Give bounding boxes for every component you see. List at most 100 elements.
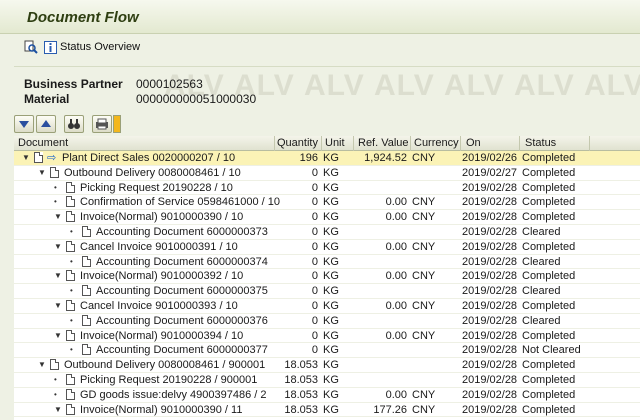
expand-all-button[interactable] xyxy=(14,115,34,133)
magnifier-document-icon xyxy=(24,40,38,54)
table-row[interactable]: ▼ ⇨ Plant Direct Sales 0020000207 / 10 196 K… xyxy=(14,151,640,166)
expand-toggle-icon[interactable]: ▼ xyxy=(54,240,62,254)
table-row[interactable]: • Confirmation of Service 0598461000 / 10… xyxy=(14,195,640,211)
document-cell[interactable]: Accounting Document 6000000377 xyxy=(96,343,268,357)
document-cell[interactable]: Picking Request 20190228 / 10 xyxy=(80,181,233,195)
currency-cell: CNY xyxy=(412,211,436,224)
document-cell[interactable]: Outbound Delivery 0080008461 / 10 xyxy=(64,166,241,180)
currency-cell: CNY xyxy=(412,152,436,164)
table-row[interactable]: ▼ Invoice(Normal) 9010000394 / 10 0 KG 0.00 C… xyxy=(14,329,640,344)
unit-cell: KG xyxy=(323,359,339,372)
document-cell[interactable]: Plant Direct Sales 0020000207 / 10 xyxy=(62,151,235,165)
document-cell[interactable]: Confirmation of Service 0598461000 / 10 xyxy=(80,195,280,209)
expand-toggle-icon[interactable]: ▼ xyxy=(54,210,62,224)
header-area: ALV ALV ALV ALV ALV ALV ALV Business Par… xyxy=(14,66,640,110)
table-row[interactable]: ▼ Outbound Delivery 0080008461 / 10 0 KG 201… xyxy=(14,166,640,181)
document-cell[interactable]: Invoice(Normal) 9010000390 / 11 xyxy=(80,403,242,417)
expand-toggle-icon[interactable]: ▼ xyxy=(54,329,62,343)
print-menu-dropdown[interactable] xyxy=(113,115,121,133)
column-on[interactable]: On xyxy=(466,137,481,149)
unit-cell: KG xyxy=(323,270,339,283)
expand-toggle-icon[interactable]: ▼ xyxy=(54,269,62,283)
document-cell[interactable]: Accounting Document 6000000373 xyxy=(96,225,268,239)
print-button[interactable] xyxy=(92,115,112,133)
expand-toggle-icon[interactable]: ▼ xyxy=(22,151,30,165)
display-document-button[interactable] xyxy=(24,38,38,56)
status-cell: Completed xyxy=(522,329,576,342)
tree-bullet-icon: • xyxy=(70,286,73,296)
date-cell: 2019/02/28 xyxy=(462,240,518,253)
status-cell: Cleared xyxy=(522,285,561,298)
expand-toggle-icon[interactable]: ▼ xyxy=(38,358,46,372)
document-cell[interactable]: Cancel Invoice 9010000391 / 10 xyxy=(80,240,238,254)
column-currency[interactable]: Currency xyxy=(414,137,459,149)
status-cell: Completed xyxy=(522,152,576,164)
tree-bullet-icon: • xyxy=(54,197,57,207)
table-row[interactable]: ▼ Invoice(Normal) 9010000392 / 10 0 KG 0.00 C… xyxy=(14,269,640,285)
document-cell[interactable]: GD goods issue:delvy 4900397486 / 2 xyxy=(80,388,267,402)
table-row[interactable]: • Accounting Document 6000000376 0 KG 2019/0… xyxy=(14,314,640,329)
table-row[interactable]: • Accounting Document 6000000375 0 KG 2019/0… xyxy=(14,284,640,299)
unit-cell: KG xyxy=(323,329,339,342)
column-header-row: Document Quantity Unit Ref. Value Curren… xyxy=(14,136,640,151)
table-row[interactable]: ▼ Cancel Invoice 9010000393 / 10 0 KG 0.00 CN… xyxy=(14,299,640,314)
currency-cell: CNY xyxy=(412,329,436,342)
column-status[interactable]: Status xyxy=(525,137,556,149)
document-icon xyxy=(50,359,59,371)
table-row[interactable]: ▼ Cancel Invoice 9010000391 / 10 0 KG 0.00 CN… xyxy=(14,240,640,255)
document-cell[interactable]: Accounting Document 6000000375 xyxy=(96,284,268,298)
document-icon xyxy=(66,388,75,400)
unit-cell: KG xyxy=(323,255,339,268)
document-cell[interactable]: Outbound Delivery 0080008461 / 900001 xyxy=(64,358,265,372)
document-icon xyxy=(50,166,59,178)
status-overview-button[interactable]: Status Overview xyxy=(44,38,140,56)
document-icon xyxy=(66,299,75,311)
status-cell: Completed xyxy=(522,181,576,194)
document-icon xyxy=(34,152,43,163)
printer-icon xyxy=(96,118,108,130)
quantity-cell: 0 xyxy=(311,196,318,209)
document-icon xyxy=(82,225,91,237)
table-row[interactable]: • Picking Request 20190228 / 900001 18.053… xyxy=(14,373,640,388)
quantity-cell: 0 xyxy=(311,344,318,357)
document-cell[interactable]: Invoice(Normal) 9010000390 / 10 xyxy=(80,210,243,224)
table-row[interactable]: • GD goods issue:delvy 4900397486 / 2 18.0… xyxy=(14,388,640,403)
unit-cell: KG xyxy=(323,225,339,238)
expand-toggle-icon[interactable]: ▼ xyxy=(54,403,62,417)
date-cell: 2019/02/28 xyxy=(462,344,518,357)
find-button[interactable] xyxy=(64,115,84,133)
expand-toggle-icon[interactable]: ▼ xyxy=(54,299,62,313)
ref-value-cell: 0.00 xyxy=(385,211,407,224)
expand-toggle-icon[interactable]: ▼ xyxy=(38,166,46,180)
ref-value-cell: 1,924.52 xyxy=(364,152,407,164)
binoculars-icon xyxy=(68,119,80,129)
table-row[interactable]: ▼ Outbound Delivery 0080008461 / 900001 18… xyxy=(14,358,640,373)
column-ref-value[interactable]: Ref. Value xyxy=(358,137,409,149)
table-row[interactable]: • Picking Request 20190228 / 10 0 KG 2019/02… xyxy=(14,181,640,196)
document-cell[interactable]: Cancel Invoice 9010000393 / 10 xyxy=(80,299,238,313)
quantity-cell: 18.053 xyxy=(284,388,318,401)
table-row[interactable]: • Accounting Document 6000000377 0 KG 2019/0… xyxy=(14,343,640,359)
document-cell[interactable]: Picking Request 20190228 / 900001 xyxy=(80,373,257,387)
document-icon xyxy=(82,285,91,297)
alv-watermark: ALV xyxy=(514,69,575,102)
collapse-all-button[interactable] xyxy=(36,115,56,133)
date-cell: 2019/02/26 xyxy=(462,152,518,164)
table-row[interactable]: • Accounting Document 6000000374 0 KG 2019/0… xyxy=(14,255,640,270)
document-cell[interactable]: Invoice(Normal) 9010000392 / 10 xyxy=(80,269,243,283)
column-document[interactable]: Document xyxy=(18,137,68,149)
document-cell[interactable]: Accounting Document 6000000374 xyxy=(96,255,268,269)
tree-bullet-icon: • xyxy=(70,345,73,355)
ref-value-cell: 0.00 xyxy=(385,240,407,253)
current-document-arrow-icon: ⇨ xyxy=(47,152,57,164)
document-cell[interactable]: Accounting Document 6000000376 xyxy=(96,314,268,328)
unit-cell: KG xyxy=(323,314,339,327)
document-cell[interactable]: Invoice(Normal) 9010000394 / 10 xyxy=(80,329,243,343)
date-cell: 2019/02/28 xyxy=(462,285,518,298)
table-row[interactable]: ▼ Invoice(Normal) 9010000390 / 11 18.053 KG… xyxy=(14,403,640,418)
table-row[interactable]: ▼ Invoice(Normal) 9010000390 / 10 0 KG 0.00 C… xyxy=(14,210,640,225)
status-cell: Cleared xyxy=(522,225,561,238)
table-row[interactable]: • Accounting Document 6000000373 0 KG 2019/0… xyxy=(14,225,640,240)
column-unit[interactable]: Unit xyxy=(325,137,345,149)
column-quantity[interactable]: Quantity xyxy=(277,137,318,149)
